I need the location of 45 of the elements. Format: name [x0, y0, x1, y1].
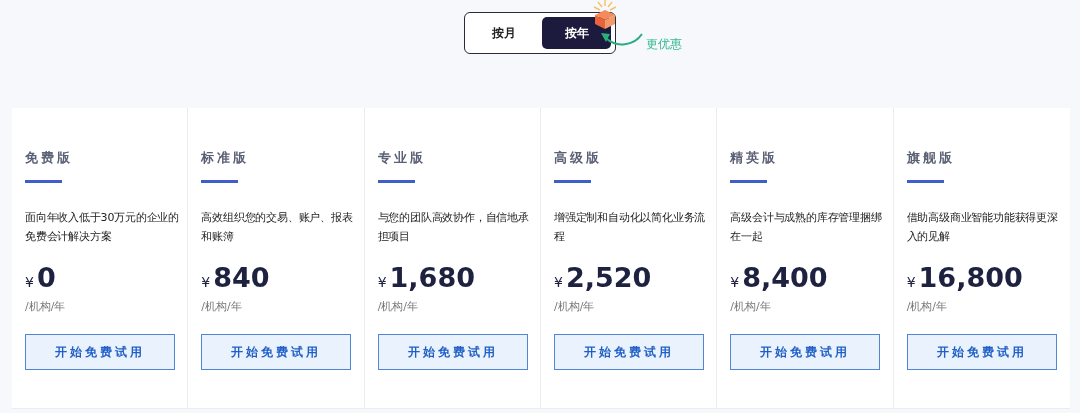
- accent-bar: [730, 180, 768, 183]
- plan-description: 高效组织您的交易、账户、报表和账簿: [201, 210, 354, 245]
- free-trial-button[interactable]: 开始免费试用: [554, 334, 704, 370]
- plan-price: 1,680: [389, 262, 475, 293]
- plan-price: 840: [213, 262, 270, 293]
- accent-bar: [554, 180, 591, 183]
- billing-tab[interactable]: 按年: [542, 17, 611, 49]
- plan-name: 标准版: [201, 149, 251, 167]
- plan-price: 2,520: [565, 262, 652, 293]
- promo-label: 更优惠: [646, 36, 682, 53]
- free-trial-button[interactable]: 开始免费试用: [730, 334, 881, 370]
- currency-symbol: ¥: [25, 274, 34, 290]
- plan-name: 高级版: [554, 149, 603, 167]
- plan-description: 面向年收入低于30万元的企业的免费会计解决方案: [25, 210, 180, 245]
- plan-price: 8,400: [742, 262, 828, 293]
- free-trial-button[interactable]: 开始免费试用: [201, 334, 352, 370]
- price-unit: /机构/年: [730, 299, 772, 314]
- plan-description: 借助高级商业智能功能获得更深入的见解: [906, 210, 1059, 245]
- accent-bar: [377, 180, 415, 183]
- free-trial-button[interactable]: 开始免费试用: [25, 334, 175, 370]
- price-unit: /机构/年: [554, 299, 596, 314]
- plan-name: 精英版: [730, 149, 780, 167]
- accent-bar: [201, 180, 239, 183]
- currency-symbol: ¥: [554, 274, 563, 290]
- billing-tab[interactable]: 按月: [469, 17, 538, 49]
- price-unit: /机构/年: [25, 299, 67, 314]
- plan-name: 专业版: [377, 149, 427, 167]
- price-unit: /机构/年: [377, 299, 420, 314]
- accent-bar: [25, 180, 62, 183]
- currency-symbol: ¥: [906, 274, 916, 290]
- plan-name: 免费版: [25, 149, 74, 167]
- plan-description: 与您的团队高效协作，自信地承担项目: [377, 210, 530, 245]
- price-unit: /机构/年: [201, 299, 243, 314]
- currency-symbol: ¥: [201, 274, 211, 290]
- plan-description: 增强定制和自动化以简化业务流程: [554, 210, 707, 245]
- currency-symbol: ¥: [377, 274, 387, 290]
- price-unit: /机构/年: [906, 299, 949, 314]
- plan-name: 旗舰版: [906, 149, 956, 167]
- plan-price: 0: [36, 262, 56, 293]
- free-trial-button[interactable]: 开始免费试用: [377, 334, 528, 370]
- free-trial-button[interactable]: 开始免费试用: [906, 334, 1057, 370]
- plan-description: 高级会计与成熟的库存管理捆绑在一起: [730, 210, 883, 245]
- accent-bar: [906, 180, 944, 183]
- currency-symbol: ¥: [730, 274, 740, 290]
- plan-price: 16,800: [918, 262, 1023, 293]
